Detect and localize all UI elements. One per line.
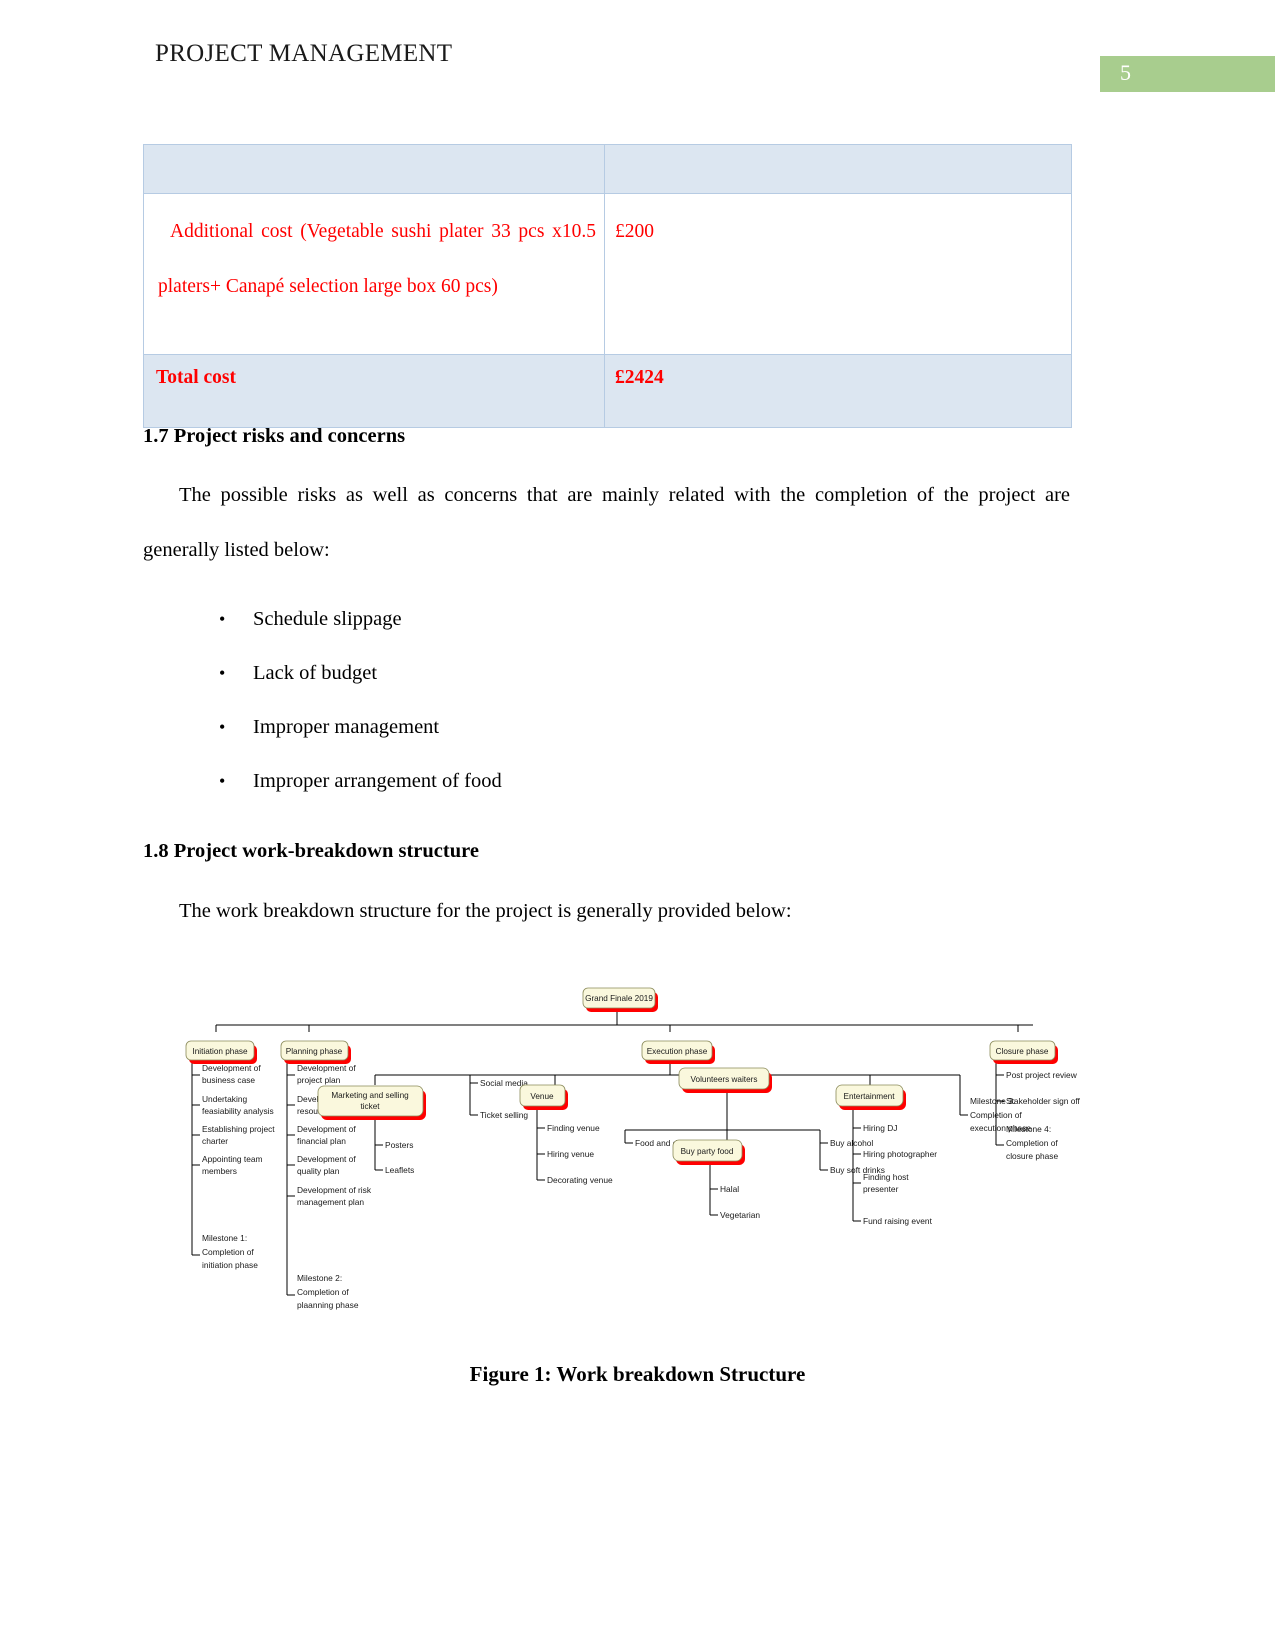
svg-text:Development of risk: Development of risk <box>297 1185 372 1195</box>
wbs-leaf: Finding host <box>863 1172 909 1182</box>
wbs-subnode-label-volunteers: Volunteers waiters <box>691 1075 758 1084</box>
wbs-leaves-entertainment: Hiring DJ Hiring photographer Finding ho… <box>863 1123 937 1226</box>
svg-text:Development of: Development of <box>297 1124 356 1134</box>
svg-text:Milestone 1:: Milestone 1: <box>202 1233 247 1243</box>
wbs-node-volunteers-waiters: Volunteers waiters <box>678 1067 772 1093</box>
svg-text:project plan: project plan <box>297 1075 341 1085</box>
svg-text:Appointing team: Appointing team <box>202 1154 263 1164</box>
wbs-node-planning-phase: Planning phase <box>280 1040 351 1064</box>
svg-text:Completion of: Completion of <box>297 1287 349 1297</box>
svg-text:quality plan: quality plan <box>297 1166 340 1176</box>
svg-text:business case: business case <box>202 1075 255 1085</box>
svg-text:Completion of: Completion of <box>202 1247 254 1257</box>
wbs-subnode-label-buy-party-food: Buy party food <box>681 1147 734 1156</box>
svg-text:Development of: Development of <box>202 1063 261 1073</box>
wbs-subnode-label-marketing-line2: ticket <box>360 1102 380 1111</box>
page-number-badge: 5 <box>1100 56 1275 92</box>
svg-text:Development of: Development of <box>297 1063 356 1073</box>
wbs-leaf: Finding venue <box>547 1123 600 1133</box>
svg-text:Milestone 4:: Milestone 4: <box>1006 1124 1051 1134</box>
svg-text:Completion of: Completion of <box>970 1110 1022 1120</box>
svg-text:Completion of: Completion of <box>1006 1138 1058 1148</box>
cost-table: Additional cost (Vegetable sushi plater … <box>143 144 1072 428</box>
svg-text:financial plan: financial plan <box>297 1136 346 1146</box>
section-heading-risks: 1.7 Project risks and concerns <box>143 425 406 447</box>
wbs-leaf: Post project review <box>1006 1070 1078 1080</box>
wbs-node-root: Grand Finale 2019 <box>582 987 658 1012</box>
wbs-diagram: Grand Finale 2019 Initiation phase Plann… <box>170 965 1090 1325</box>
figure-caption: Figure 1: Work breakdown Structure <box>469 1362 806 1386</box>
wbs-leaf: Decorating venue <box>547 1175 613 1185</box>
wbs-leaf: Hiring venue <box>547 1149 594 1159</box>
wbs-root-label: Grand Finale 2019 <box>585 994 653 1003</box>
svg-text:members: members <box>202 1166 237 1176</box>
svg-text:plaanning phase: plaanning phase <box>297 1300 359 1310</box>
wbs-phase-label-execution: Execution phase <box>647 1047 708 1056</box>
svg-text:Milestone 2:: Milestone 2: <box>297 1273 342 1283</box>
list-item: Lack of budget <box>143 646 1070 700</box>
wbs-leaf: presenter <box>863 1184 899 1194</box>
wbs-node-venue: Venue <box>519 1084 568 1110</box>
svg-text:Development of: Development of <box>297 1154 356 1164</box>
section-paragraph-risks: The possible risks as well as concerns t… <box>143 468 1070 578</box>
svg-text:Undertaking: Undertaking <box>202 1094 248 1104</box>
table-cell-total-amount: £2424 <box>604 354 1072 428</box>
svg-text:closure phase: closure phase <box>1006 1151 1058 1161</box>
table-cell-header-description <box>143 144 605 194</box>
list-item: Schedule slippage <box>143 592 1070 646</box>
page-header: PROJECT MANAGEMENT 5 <box>0 40 1275 92</box>
wbs-node-execution-phase: Execution phase <box>641 1040 715 1064</box>
table-cell-additional-cost-description: Additional cost (Vegetable sushi plater … <box>143 193 605 355</box>
wbs-node-marketing-ticket: Marketing and selling ticket <box>317 1085 426 1120</box>
wbs-leaf: Stakeholder sign off <box>1006 1096 1081 1106</box>
document-page: PROJECT MANAGEMENT 5 Additional cost (Ve… <box>0 0 1275 1650</box>
wbs-leaf: Hiring photographer <box>863 1149 937 1159</box>
wbs-leaf: Leaflets <box>385 1165 414 1175</box>
wbs-subnode-label-entertainment: Entertainment <box>844 1092 896 1101</box>
wbs-phase-label-planning: Planning phase <box>286 1047 343 1056</box>
document-header-title: PROJECT MANAGEMENT <box>155 40 453 67</box>
list-item: Improper management <box>143 700 1070 754</box>
wbs-leaf: Buy alcohol <box>830 1138 873 1148</box>
wbs-node-initiation-phase: Initiation phase <box>185 1040 257 1064</box>
wbs-leaves-initiation: Development of business case Development… <box>202 1063 275 1270</box>
wbs-phase-label-initiation: Initiation phase <box>192 1047 248 1056</box>
wbs-leaves-buy-party-food: Halal Vegetarian <box>720 1184 760 1220</box>
wbs-leaf: Hiring DJ <box>863 1123 897 1133</box>
table-cell-additional-cost-amount: £200 <box>604 193 1072 355</box>
wbs-leaf: Posters <box>385 1140 413 1150</box>
wbs-leaf: Halal <box>720 1184 739 1194</box>
wbs-subnode-label-marketing-line1: Marketing and selling <box>331 1091 409 1100</box>
wbs-node-entertainment: Entertainment <box>835 1084 906 1110</box>
table-cell-total-label: Total cost <box>143 354 605 428</box>
table-cell-header-amount <box>604 144 1072 194</box>
svg-text:charter: charter <box>202 1136 228 1146</box>
section-paragraph-wbs: The work breakdown structure for the pro… <box>143 884 1070 939</box>
wbs-leaf: Fund raising event <box>863 1216 933 1226</box>
svg-text:management plan: management plan <box>297 1197 364 1207</box>
page-number: 5 <box>1120 60 1131 85</box>
wbs-leaves-venue: Finding venue Hiring venue Decorating ve… <box>547 1123 613 1185</box>
table-row: Additional cost (Vegetable sushi plater … <box>143 193 1072 355</box>
svg-text:feasiability analysis: feasiability analysis <box>202 1106 274 1116</box>
table-row-header <box>143 144 1072 194</box>
risk-bullet-list: Schedule slippage Lack of budget Imprope… <box>143 592 1070 808</box>
wbs-leaves-marketing: Posters Leaflets <box>385 1140 414 1175</box>
list-item: Improper arrangement of food <box>143 754 1070 808</box>
wbs-leaf: Vegetarian <box>720 1210 760 1220</box>
paragraph-text: The work breakdown structure for the pro… <box>179 900 792 922</box>
section-heading-wbs: 1.8 Project work-breakdown structure <box>143 840 479 862</box>
table-row-total: Total cost £2424 <box>143 354 1072 428</box>
paragraph-text: The possible risks as well as concerns t… <box>143 484 1070 561</box>
wbs-node-buy-party-food: Buy party food <box>672 1139 745 1165</box>
wbs-node-closure-phase: Closure phase <box>989 1040 1058 1064</box>
wbs-leaf: Ticket selling <box>480 1110 528 1120</box>
wbs-phase-label-closure: Closure phase <box>996 1047 1049 1056</box>
wbs-subnode-label-venue: Venue <box>530 1092 554 1101</box>
svg-text:Establishing project: Establishing project <box>202 1124 275 1134</box>
wbs-leaves-volunteers: Food and drinks Buy alcohol Buy soft dri… <box>635 1138 885 1175</box>
svg-text:initiation phase: initiation phase <box>202 1260 258 1270</box>
